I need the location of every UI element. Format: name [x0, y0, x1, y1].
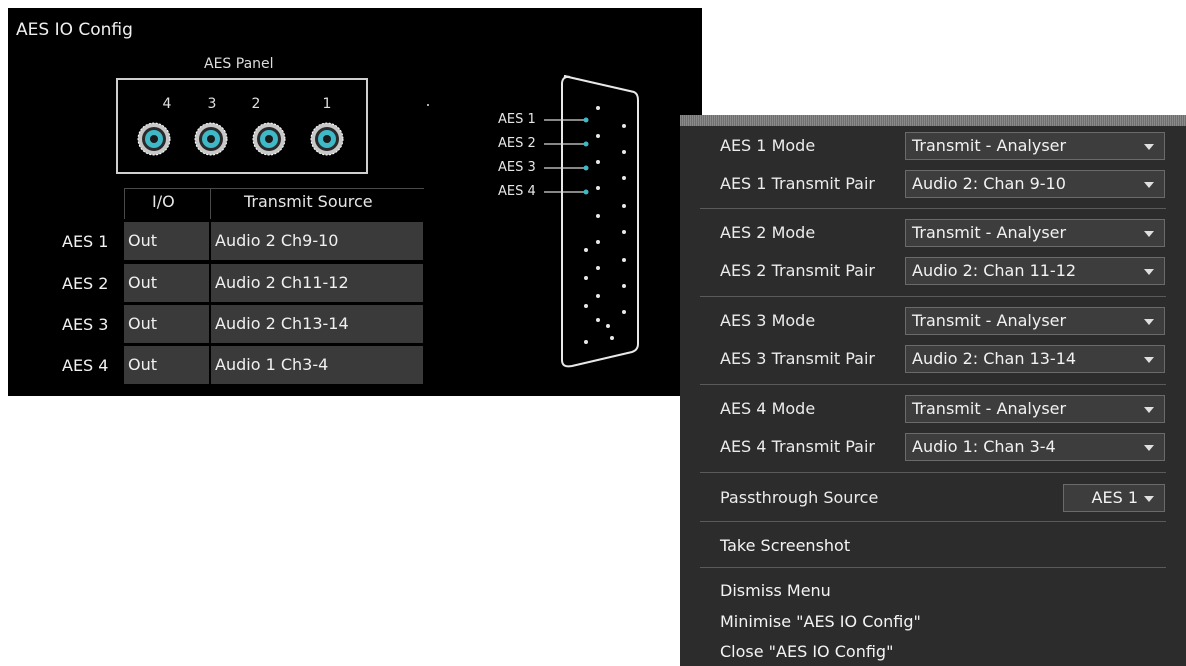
header-separator [124, 188, 125, 219]
dismiss-menu-item[interactable]: Dismiss Menu [720, 581, 831, 600]
table-header-line [124, 188, 424, 189]
bnc-connector-icon [310, 122, 344, 156]
row-label-aes-2: AES 2 [62, 274, 109, 293]
menu-separator [700, 384, 1166, 385]
bnc-connector-icon [252, 122, 286, 156]
passthrough-source-label: Passthrough Source [720, 488, 879, 507]
aes-panel-label: AES Panel [204, 56, 274, 72]
aes-3-transmit-pair-select[interactable]: Audio 2: Chan 13-14 [905, 345, 1165, 373]
aes-2-transmit-pair-value: Audio 2: Chan 11-12 [912, 261, 1077, 280]
bnc-connector-icon [137, 122, 171, 156]
port-number-1: 1 [322, 96, 332, 112]
aes-4-mode-select[interactable]: Transmit - Analyser [905, 395, 1165, 423]
source-cell-aes-3[interactable]: Audio 2 Ch13-14 [211, 305, 423, 343]
menu-separator [700, 521, 1166, 522]
aes-3-mode-select[interactable]: Transmit - Analyser [905, 307, 1165, 335]
header-separator [210, 188, 211, 219]
aes-3-mode-label: AES 3 Mode [720, 311, 816, 330]
aes-1-transmit-pair-label: AES 1 Transmit Pair [720, 174, 875, 193]
header-io: I/O [152, 192, 175, 211]
aes-2-mode-value: Transmit - Analyser [912, 223, 1067, 242]
aes-io-config-window: AES IO Config AES Panel 4 3 2 1 I/O Tran… [8, 8, 702, 396]
dropdown-caret-icon [1144, 357, 1154, 363]
io-cell-aes-4[interactable]: Out [124, 346, 209, 384]
aes-4-transmit-pair-value: Audio 1: Chan 3-4 [912, 437, 1056, 456]
aes-3-mode-value: Transmit - Analyser [912, 311, 1067, 330]
window-title: AES IO Config [16, 20, 133, 40]
decor-dot [427, 104, 429, 106]
dropdown-caret-icon [1144, 407, 1154, 413]
menu-separator [700, 567, 1166, 568]
menu-separator [700, 296, 1166, 297]
aes-1-transmit-pair-select[interactable]: Audio 2: Chan 9-10 [905, 170, 1165, 198]
row-label-aes-1: AES 1 [62, 232, 109, 251]
aes-1-mode-label: AES 1 Mode [720, 136, 816, 155]
port-number-4: 4 [162, 96, 172, 112]
aes-1-mode-select[interactable]: Transmit - Analyser [905, 132, 1165, 160]
context-menu: AES 1 Mode Transmit - Analyser AES 1 Tra… [680, 115, 1186, 666]
aes-3-transmit-pair-label: AES 3 Transmit Pair [720, 349, 875, 368]
io-cell-aes-1[interactable]: Out [124, 222, 209, 260]
aes-2-mode-label: AES 2 Mode [720, 223, 816, 242]
menu-top-border [680, 115, 1186, 126]
bnc-connector-icon [194, 122, 228, 156]
row-label-aes-4: AES 4 [62, 356, 109, 375]
dropdown-caret-icon [1144, 445, 1154, 451]
aes-4-transmit-pair-label: AES 4 Transmit Pair [720, 437, 875, 456]
row-label-aes-3: AES 3 [62, 315, 109, 334]
minimise-window-item[interactable]: Minimise "AES IO Config" [720, 612, 921, 631]
port-number-2: 2 [251, 96, 261, 112]
aes-3-transmit-pair-value: Audio 2: Chan 13-14 [912, 349, 1077, 368]
io-cell-aes-3[interactable]: Out [124, 305, 209, 343]
source-cell-aes-4[interactable]: Audio 1 Ch3-4 [211, 346, 423, 384]
dropdown-caret-icon [1144, 182, 1154, 188]
dropdown-caret-icon [1144, 231, 1154, 237]
io-cell-aes-2[interactable]: Out [124, 264, 209, 302]
aes-2-mode-select[interactable]: Transmit - Analyser [905, 219, 1165, 247]
dropdown-caret-icon [1144, 319, 1154, 325]
aes-4-mode-label: AES 4 Mode [720, 399, 816, 418]
aes-4-transmit-pair-select[interactable]: Audio 1: Chan 3-4 [905, 433, 1165, 461]
menu-separator [700, 208, 1166, 209]
aes-1-mode-value: Transmit - Analyser [912, 136, 1067, 155]
dsub-connector-icon [544, 75, 639, 368]
source-cell-aes-1[interactable]: Audio 2 Ch9-10 [211, 222, 423, 260]
header-transmit-source: Transmit Source [244, 192, 373, 211]
menu-separator [700, 472, 1166, 473]
dropdown-caret-icon [1144, 269, 1154, 275]
aes-2-transmit-pair-select[interactable]: Audio 2: Chan 11-12 [905, 257, 1165, 285]
aes-1-transmit-pair-value: Audio 2: Chan 9-10 [912, 174, 1066, 193]
take-screenshot-item[interactable]: Take Screenshot [720, 536, 850, 555]
close-window-item[interactable]: Close "AES IO Config" [720, 642, 893, 661]
port-number-3: 3 [207, 96, 217, 112]
dropdown-caret-icon [1144, 144, 1154, 150]
aes-2-transmit-pair-label: AES 2 Transmit Pair [720, 261, 875, 280]
source-cell-aes-2[interactable]: Audio 2 Ch11-12 [211, 264, 423, 302]
passthrough-source-select[interactable]: AES 1 [1063, 484, 1165, 512]
aes-4-mode-value: Transmit - Analyser [912, 399, 1067, 418]
dropdown-caret-icon [1144, 496, 1154, 502]
